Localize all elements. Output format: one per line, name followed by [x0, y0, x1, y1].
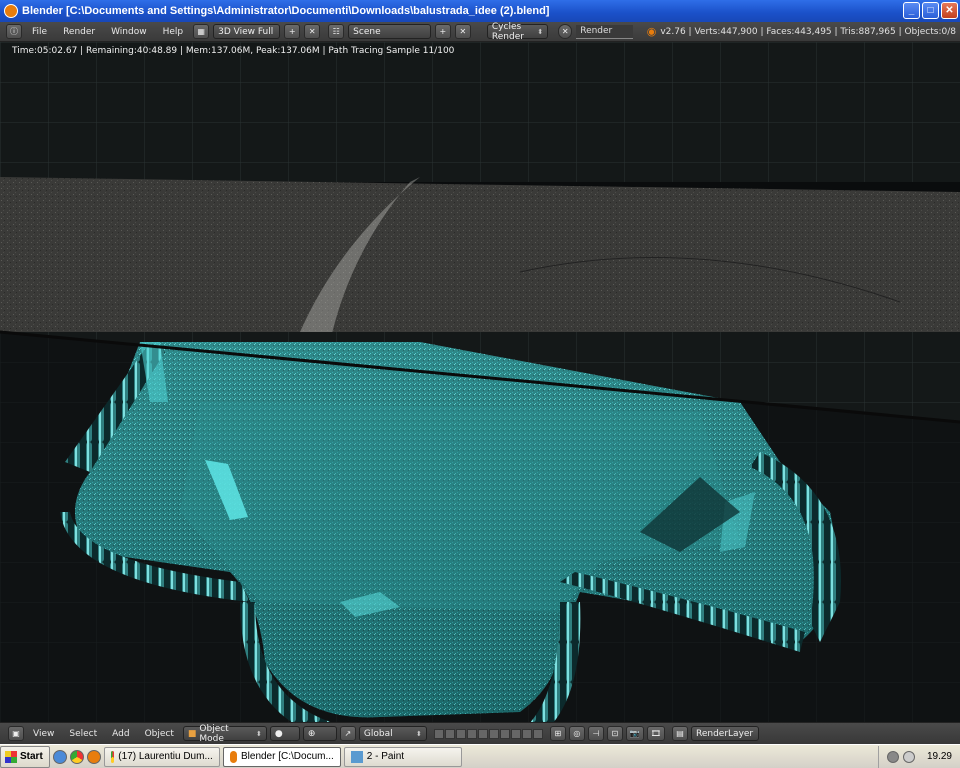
scene-dropdown[interactable]: Scene: [348, 24, 431, 39]
ie-quicklaunch-icon[interactable]: [52, 749, 67, 764]
task-button-browser[interactable]: (17) Laurentiu Dum...: [103, 746, 220, 767]
info-header: ⓘ File Render Window Help ▦ 3D View Full…: [0, 22, 960, 42]
scene-icon[interactable]: ☷: [328, 24, 345, 39]
screen-layout-icon[interactable]: ▦: [193, 24, 210, 39]
layer-buttons: [433, 728, 543, 739]
window-controls: _ □ ✕: [903, 2, 958, 19]
task-button-paint[interactable]: 2 - Paint: [343, 746, 462, 767]
lock-camera-icon[interactable]: ⊞: [549, 726, 566, 741]
render-layer-icon[interactable]: ▤: [672, 726, 688, 741]
rendered-scene: [0, 42, 960, 722]
blender-app-icon: [4, 4, 18, 18]
add-scene-icon[interactable]: +: [434, 24, 451, 39]
cancel-render-icon[interactable]: ✕: [558, 24, 573, 39]
orientation-label: Global: [363, 728, 393, 739]
window-titlebar[interactable]: Blender [C:\Documents and Settings\Admin…: [0, 0, 960, 22]
windows-logo-icon: [5, 750, 17, 763]
menu-object[interactable]: Object: [139, 729, 180, 739]
close-button[interactable]: ✕: [941, 2, 958, 19]
add-screen-icon[interactable]: +: [284, 24, 301, 39]
menu-view[interactable]: View: [27, 729, 60, 739]
render-layer-dropdown[interactable]: RenderLayer: [691, 726, 759, 741]
render-engine-label: Cycles Render: [491, 21, 524, 42]
render-info: Time:05:02.67 | Remaining:40:48.89 | Mem…: [12, 46, 455, 56]
chrome-quicklaunch-icon[interactable]: [69, 749, 84, 764]
window-title: Blender [C:\Documents and Settings\Admin…: [22, 5, 550, 17]
maximize-button[interactable]: □: [922, 2, 939, 19]
scene-label: Scene: [353, 26, 381, 37]
3d-viewport[interactable]: Time:05:02.67 | Remaining:40:48.89 | Mem…: [0, 42, 960, 722]
editor-type-info-icon[interactable]: ⓘ: [6, 24, 22, 39]
3d-view-header: ▣ View Select Add Object ■ Object Mode ⬍…: [0, 722, 960, 744]
layer-button[interactable]: [433, 728, 444, 739]
dropdown-arrows-icon: ⬍: [256, 729, 262, 738]
cube-icon: ■: [187, 728, 197, 739]
blender-logo-icon: ◉: [646, 25, 657, 38]
layer-button[interactable]: [477, 728, 488, 739]
shading-sphere-icon: ●: [274, 728, 283, 739]
object-mode-label: Object Mode: [199, 723, 229, 744]
layer-button[interactable]: [488, 728, 499, 739]
opengl-anim-icon[interactable]: 🎞: [646, 726, 665, 741]
remove-screen-icon[interactable]: ✕: [304, 24, 321, 39]
layer-button[interactable]: [499, 728, 510, 739]
paint-icon: [350, 750, 363, 763]
render-layer-label: RenderLayer: [696, 728, 754, 739]
task-label: (17) Laurentiu Dum...: [118, 751, 213, 762]
menu-render[interactable]: Render: [57, 27, 101, 37]
pivot-point-dropdown[interactable]: ⊕: [302, 726, 337, 741]
layer-button[interactable]: [532, 728, 543, 739]
layer-button[interactable]: [444, 728, 455, 739]
render-progress-field: Render: [576, 24, 633, 39]
editor-type-3d-icon[interactable]: ▣: [8, 726, 24, 741]
render-engine-dropdown[interactable]: Cycles Render ⬍: [486, 21, 549, 42]
render-progress-label: Render: [580, 26, 613, 36]
task-button-blender[interactable]: Blender [C:\Docum...: [222, 746, 341, 767]
opengl-render-icon[interactable]: 📷: [625, 726, 644, 741]
transform-orientation-dropdown[interactable]: Global ⬍: [358, 726, 427, 741]
layer-button[interactable]: [455, 728, 466, 739]
tray-icon[interactable]: [886, 750, 899, 763]
layer-button[interactable]: [466, 728, 477, 739]
menu-window[interactable]: Window: [105, 27, 153, 37]
scene-stats: v2.76 | Verts:447,900 | Faces:443,495 | …: [660, 26, 956, 37]
tray-icon[interactable]: [902, 750, 915, 763]
dropdown-arrows-icon: ⬍: [537, 27, 544, 36]
screen-layout-dropdown[interactable]: 3D View Full: [213, 24, 281, 39]
clock: 19.29: [926, 751, 952, 762]
remove-scene-icon[interactable]: ✕: [454, 24, 471, 39]
layer-button[interactable]: [510, 728, 521, 739]
start-button[interactable]: Start: [0, 745, 50, 768]
object-mode-dropdown[interactable]: ■ Object Mode ⬍: [182, 723, 267, 744]
task-label: Blender [C:\Docum...: [240, 751, 334, 762]
menu-select[interactable]: Select: [63, 729, 103, 739]
layer-button[interactable]: [521, 728, 532, 739]
blender-icon: [229, 750, 237, 763]
pivot-icon: ⊕: [307, 728, 316, 739]
viewport-shading-dropdown[interactable]: ●: [269, 726, 300, 741]
start-label: Start: [20, 751, 43, 762]
task-label: 2 - Paint: [366, 751, 405, 762]
snap-target-icon[interactable]: ⊡: [606, 726, 623, 741]
manipulator-icon[interactable]: ↗: [339, 726, 356, 741]
proportional-edit-icon[interactable]: ◎: [568, 726, 585, 741]
taskbar: Start (17) Laurentiu Dum... Blender [C:\…: [0, 744, 960, 768]
firefox-quicklaunch-icon[interactable]: [86, 749, 101, 764]
chrome-icon: [110, 750, 115, 763]
minimize-button[interactable]: _: [903, 2, 920, 19]
snap-icon[interactable]: ⊣: [587, 726, 604, 741]
dropdown-arrows-icon: ⬍: [416, 729, 422, 738]
system-tray: 19.29: [877, 745, 960, 768]
menu-add[interactable]: Add: [106, 729, 135, 739]
menu-file[interactable]: File: [26, 27, 53, 37]
menu-help[interactable]: Help: [157, 27, 190, 37]
screen-layout-label: 3D View Full: [218, 26, 274, 37]
